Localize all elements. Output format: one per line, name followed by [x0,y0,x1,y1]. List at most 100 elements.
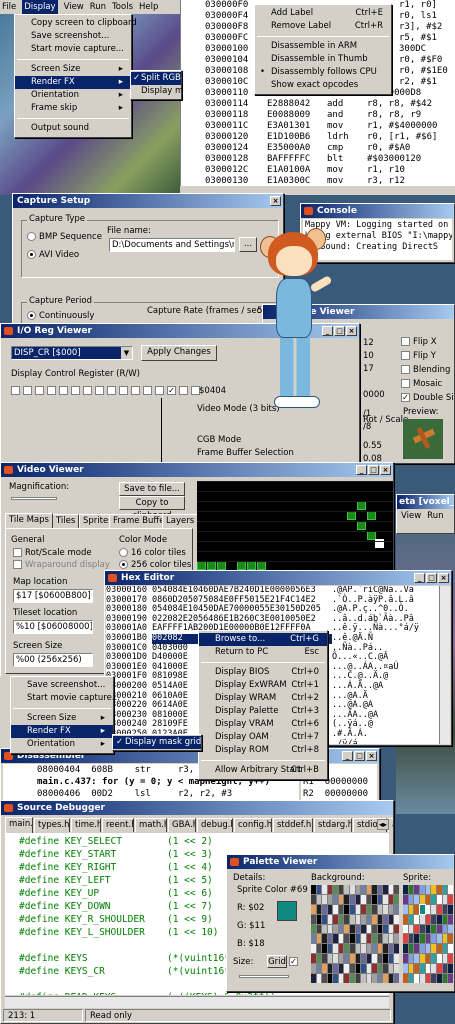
palette-swatch[interactable] [333,914,338,924]
palette-swatch[interactable] [316,924,322,934]
menu-copy-screen[interactable]: Copy screen to clipboard [15,17,137,30]
palette-swatch[interactable] [442,974,448,983]
palette-swatch[interactable] [361,934,366,944]
palette-swatch[interactable] [377,914,383,924]
palette-swatch[interactable] [408,974,414,983]
palette-swatch[interactable] [383,974,388,983]
menu-help[interactable]: Help [139,0,158,14]
palette-swatch[interactable] [349,954,355,964]
palette-swatch[interactable] [448,954,453,964]
palette-swatch[interactable] [388,934,394,944]
palette-swatch[interactable] [436,954,442,964]
palette-swatch[interactable] [333,944,338,954]
palette-swatch[interactable] [419,974,425,983]
source-tab[interactable]: stdarg.h [314,818,352,832]
palette-swatch[interactable] [388,914,394,924]
palette-swatch[interactable] [436,964,442,974]
palette-swatch[interactable] [377,974,383,983]
palette-swatch[interactable] [388,964,394,974]
register-select[interactable]: DISP_CR [$000] ▼ [11,346,133,360]
palette-swatch[interactable] [431,964,436,974]
palette-swatch[interactable] [425,934,431,944]
register-bit-checkbox[interactable] [47,386,56,395]
palette-swatch[interactable] [383,885,388,894]
palette-swatch[interactable] [333,924,338,934]
save-to-file-button[interactable]: Save to file... [119,482,185,496]
palette-swatch[interactable] [311,974,316,983]
palette-swatch[interactable] [419,954,425,964]
menu-start-movie[interactable]: Start movie capture... [15,43,131,56]
menu-view[interactable]: View [401,511,421,521]
palette-swatch[interactable] [414,914,419,924]
palette-swatch[interactable] [311,924,316,934]
palette-swatch[interactable] [403,974,408,983]
palette-swatch[interactable] [327,944,333,954]
palette-swatch[interactable] [355,924,361,934]
palette-swatch[interactable] [408,904,414,914]
source-tab[interactable]: config.h [234,818,272,832]
palette-swatch[interactable] [408,964,414,974]
palette-swatch[interactable] [316,954,322,964]
palette-swatch[interactable] [327,954,333,964]
palette-swatch[interactable] [349,894,355,904]
palette-swatch[interactable] [436,934,442,944]
palette-swatch[interactable] [366,954,372,964]
palette-swatch[interactable] [431,894,436,904]
palette-swatch[interactable] [327,914,333,924]
palette-swatch[interactable] [366,904,372,914]
palette-swatch[interactable] [448,944,453,954]
palette-swatch[interactable] [349,914,355,924]
minimize-icon[interactable]: _ [414,573,425,583]
palette-swatch[interactable] [344,944,349,954]
menu-orientation[interactable]: Orientation ▸ [11,738,113,751]
register-bit-checkbox[interactable] [143,386,152,395]
palette-swatch[interactable] [355,934,361,944]
palette-swatch[interactable] [419,914,425,924]
context-menu-item[interactable]: Add Label Ctrl+E [255,7,391,20]
palette-swatch[interactable] [419,885,425,894]
palette-swatch[interactable] [383,954,388,964]
palette-swatch[interactable] [436,974,442,983]
palette-swatch[interactable] [327,885,333,894]
palette-swatch[interactable] [311,944,316,954]
palette-swatch[interactable] [372,954,377,964]
palette-swatch[interactable] [355,904,361,914]
palette-swatch[interactable] [403,924,408,934]
palette-swatch[interactable] [425,894,431,904]
palette-swatch[interactable] [419,934,425,944]
file-name-input[interactable]: D:\Documents and Settings\mich [109,238,235,252]
palette-swatch[interactable] [436,924,442,934]
palette-swatch[interactable] [327,904,333,914]
code-line[interactable]: #define KEY_SELECT (1 << 2) [19,835,389,848]
palette-swatch[interactable] [322,954,327,964]
palette-swatch[interactable] [394,885,399,894]
menu-save-screenshot[interactable]: Save screenshot... [11,679,113,692]
palette-swatch[interactable] [333,974,338,983]
hex-menu-item[interactable]: Display WRAM Ctrl+2 [199,692,327,705]
disasm-row[interactable]: 08000406 00D2 lsl r2, r2, #3 [37,788,299,800]
source-tab[interactable]: time.h [71,818,101,832]
menu-tools[interactable]: Tools [112,0,133,14]
disasm-row[interactable]: 03000114 E2888042 add r8, r8, #$42 [205,99,432,110]
palette-swatch[interactable] [338,924,344,934]
palette-swatch[interactable] [311,894,316,904]
palette-swatch[interactable] [344,954,349,964]
palette-swatch[interactable] [377,924,383,934]
palette-swatch[interactable] [361,954,366,964]
maximize-icon[interactable]: □ [368,465,379,475]
palette-swatch[interactable] [414,885,419,894]
maximize-icon[interactable]: □ [426,573,437,583]
hex-menu-item[interactable]: Display OAM Ctrl+7 [199,731,327,744]
palette-swatch[interactable] [394,944,399,954]
palette-swatch[interactable] [361,964,366,974]
palette-swatch[interactable] [425,944,431,954]
palette-swatch[interactable] [372,894,377,904]
palette-swatch[interactable] [442,924,448,934]
palette-swatch[interactable] [327,894,333,904]
palette-swatch[interactable] [355,964,361,974]
palette-swatch[interactable] [366,964,372,974]
palette-swatch[interactable] [316,894,322,904]
avi-video-radio[interactable]: AVI Video [27,250,79,260]
palette-swatch[interactable] [431,974,436,983]
magnification-slider[interactable] [11,497,57,500]
